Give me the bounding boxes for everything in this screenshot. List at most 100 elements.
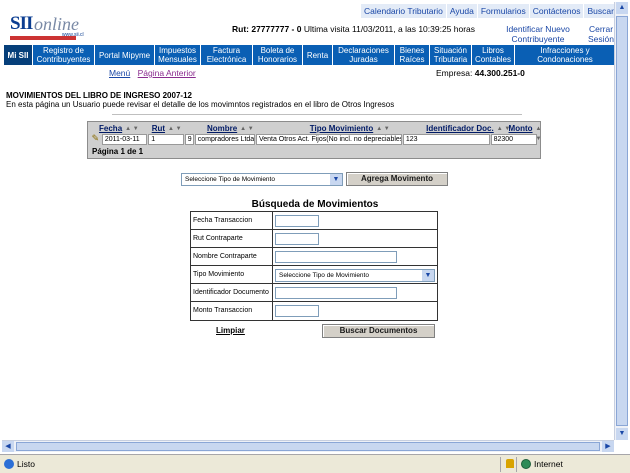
nav-label: Mensuales: [158, 55, 197, 64]
tipo-movimiento-select-value: Seleccione Tipo de Movimiento: [279, 272, 369, 279]
chevron-down-icon[interactable]: ▼: [422, 270, 434, 281]
nav-label: Tributaria: [433, 55, 468, 64]
agrega-movimiento-button[interactable]: Agrega Movimento: [346, 172, 448, 186]
col-header-monto[interactable]: Monto ▲ ▼: [509, 124, 542, 142]
cell-dv: 9: [184, 134, 194, 145]
header-label: Tipo Movimiento: [309, 124, 374, 133]
nav-label: Juradas: [349, 55, 378, 64]
nav-portal-mipyme[interactable]: Portal Mipyme: [95, 45, 155, 65]
lock-icon: [506, 459, 514, 468]
nav-label: Declaraciones: [338, 46, 389, 55]
cell-tipo-movimiento: Venta Otros Act. Fijos(No incl. no depre…: [255, 134, 402, 145]
sort-arrows-icon: ▲ ▼: [535, 126, 542, 142]
nav-label: Contables: [474, 55, 512, 64]
scroll-thumb[interactable]: [16, 442, 600, 451]
pagina-anterior-link[interactable]: Página Anterior: [138, 68, 196, 78]
nav-label: Honorarios: [257, 55, 298, 64]
horizontal-scrollbar[interactable]: ◀ ▶: [2, 440, 614, 452]
search-form: Fecha Transaccion Rut Contraparte Nombre…: [190, 211, 438, 321]
cell-rut: 1: [148, 134, 184, 145]
nombre-contraparte-input[interactable]: [275, 251, 397, 263]
status-divider: [516, 457, 517, 472]
scroll-up-icon[interactable]: ▲: [616, 2, 628, 14]
sort-arrows-icon: ▲ ▼: [376, 126, 390, 132]
limpiar-link[interactable]: Limpiar: [216, 326, 245, 335]
link-calendario-tributario[interactable]: Calendario Tributario: [360, 4, 446, 18]
add-movement-type-select[interactable]: Seleccione Tipo de Movimiento ▼: [181, 173, 343, 186]
add-movement-select-value: Seleccione Tipo de Movimiento: [185, 176, 275, 183]
scroll-left-icon[interactable]: ◀: [2, 441, 14, 452]
label-monto-transaccion: Monto Transaccion: [191, 302, 273, 320]
nav-label: Condonaciones: [537, 55, 593, 64]
status-bar: Listo Internet: [0, 454, 630, 473]
status-text: Listo: [17, 459, 35, 469]
vertical-scrollbar[interactable]: ▲ ▼: [614, 2, 628, 440]
nav-label: Boleta de: [260, 46, 295, 55]
link-contactenos[interactable]: Contáctenos: [528, 4, 584, 18]
logo-tagline-bar: [10, 36, 76, 40]
rut-contraparte-input[interactable]: [275, 233, 319, 245]
col-header-nombre[interactable]: Nombre ▲ ▼: [186, 124, 276, 134]
nav-boleta-honorarios[interactable]: Boleta de Honorarios: [253, 45, 303, 65]
col-header-rut[interactable]: Rut ▲ ▼: [148, 124, 186, 134]
nav-infracciones-condonaciones[interactable]: Infracciones y Condonaciones: [515, 45, 615, 65]
header-label: Identificador Doc.: [426, 124, 494, 133]
identificar-contribuyente-link[interactable]: Identificar Nuevo Contribuyente: [505, 24, 571, 44]
nav-label: Mi SII: [7, 50, 29, 60]
buscar-documentos-button[interactable]: Buscar Documentos: [322, 324, 435, 338]
table-pager: Página 1 de 1: [92, 147, 144, 156]
col-header-fecha[interactable]: Fecha ▲ ▼: [90, 124, 148, 134]
cell-nombre: compradores Ltda: [194, 134, 255, 145]
logo-sii-text: SII: [10, 13, 33, 34]
nav-renta[interactable]: Renta: [303, 45, 333, 65]
menu-link[interactable]: Menú: [109, 68, 130, 78]
identificar-line1: Identificar Nuevo: [506, 24, 570, 34]
nav-registro-contribuyentes[interactable]: Registro de Contribuyentes: [33, 45, 95, 65]
edit-pencil-icon[interactable]: ✎: [90, 134, 101, 145]
nav-label: Bienes: [399, 46, 425, 55]
form-row-monto: Monto Transaccion: [191, 302, 437, 320]
status-divider: [500, 457, 501, 472]
rut-visit-line: Rut: 27777777 - 0 Ultima visita 11/03/20…: [232, 24, 475, 34]
nav-declaraciones-juradas[interactable]: Declaraciones Juradas: [333, 45, 395, 65]
link-formularios[interactable]: Formularios: [476, 4, 529, 18]
nav-impuestos-mensuales[interactable]: Impuestos Mensuales: [155, 45, 201, 65]
form-row-tipo: Tipo Movimiento Seleccione Tipo de Movim…: [191, 266, 437, 284]
nav-label: Situación: [434, 46, 467, 55]
nav-label: Registro de: [43, 46, 84, 55]
label-identificador-documento: Identificador Documento: [191, 284, 273, 301]
identificador-documento-input[interactable]: [275, 287, 397, 299]
cerrar-line2: Sesión: [588, 34, 614, 44]
table-header-row: Fecha ▲ ▼ Rut ▲ ▼ Nombre ▲ ▼ Tipo Movimient…: [90, 124, 542, 142]
link-buscar[interactable]: Buscar: [583, 4, 617, 18]
main-navigation: Mi SII Registro de Contribuyentes Portal …: [4, 45, 615, 65]
col-header-tipo-movimiento[interactable]: Tipo Movimiento ▲ ▼: [275, 124, 424, 134]
cerrar-line1: Cerrar: [588, 24, 614, 34]
monto-transaccion-input[interactable]: [275, 305, 319, 317]
sii-online-logo[interactable]: SII online www.sii.cl: [6, 11, 90, 43]
scroll-right-icon[interactable]: ▶: [602, 441, 614, 452]
tipo-movimiento-select[interactable]: Seleccione Tipo de Movimiento ▼: [275, 269, 435, 282]
col-header-identificador[interactable]: Identificador Doc. ▲ ▼: [424, 124, 512, 134]
cerrar-sesion-link[interactable]: Cerrar Sesión: [584, 24, 618, 44]
empresa-value: 44.300.251-0: [474, 68, 525, 78]
search-title: Búsqueda de Movimientos: [251, 199, 379, 210]
scroll-thumb[interactable]: [616, 16, 628, 426]
label-fecha-transaccion: Fecha Transaccion: [191, 212, 273, 229]
link-ayuda[interactable]: Ayuda: [445, 4, 477, 18]
sort-arrows-icon: ▲ ▼: [168, 126, 182, 132]
fecha-transaccion-input[interactable]: [275, 215, 319, 227]
rut-text: Rut: 27777777 - 0: [232, 24, 302, 34]
form-row-rut: Rut Contraparte: [191, 230, 437, 248]
nav-bienes-raices[interactable]: Bienes Raíces: [395, 45, 430, 65]
nav-situacion-tributaria[interactable]: Situación Tributaria: [430, 45, 472, 65]
nav-mi-sii[interactable]: Mi SII: [4, 45, 33, 65]
scroll-down-icon[interactable]: ▼: [616, 428, 628, 440]
header-label: Rut: [151, 124, 166, 133]
chevron-down-icon[interactable]: ▼: [330, 174, 342, 185]
nav-libros-contables[interactable]: Libros Contables: [472, 45, 515, 65]
table-row: ✎ 2011-03-11 1 9 compradores Ltda Venta …: [90, 134, 538, 145]
nav-label: Renta: [306, 50, 329, 60]
top-links-bar: Calendario Tributario Ayuda Formularios …: [360, 4, 617, 18]
nav-factura-electronica[interactable]: Factura Electrónica: [201, 45, 253, 65]
